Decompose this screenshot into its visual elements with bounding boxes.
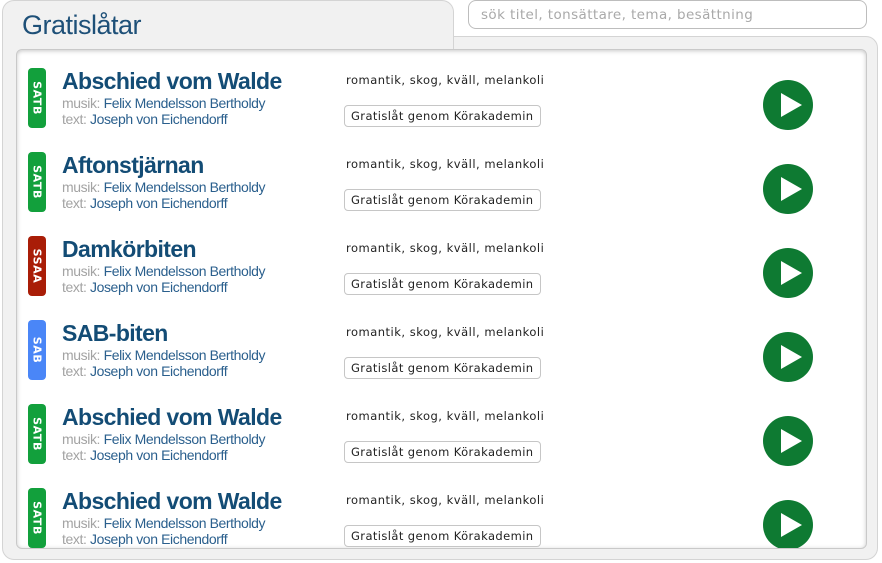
composer-name[interactable]: Felix Mendelsson Bertholdy [104,431,266,447]
voicing-badge: SATB [28,488,46,548]
lyricist-prefix: text: [62,363,87,379]
voicing-label: SSAA [30,248,44,284]
lyricist-line: text: Joseph von Eichendorff [62,447,228,463]
song-title[interactable]: Aftonstjärnan [62,152,204,179]
voicing-badge: SAB [28,320,46,380]
play-button[interactable] [763,248,813,298]
composer-line: musik: Felix Mendelsson Bertholdy [62,263,266,279]
composer-prefix: musik: [62,95,101,111]
composer-prefix: musik: [62,179,101,195]
lyricist-name[interactable]: Joseph von Eichendorff [90,531,228,547]
source-badge[interactable]: Gratislåt genom Körakademin [344,189,541,211]
lyricist-name[interactable]: Joseph von Eichendorff [90,363,228,379]
play-icon [781,345,802,369]
lyricist-line: text: Joseph von Eichendorff [62,531,228,547]
source-badge[interactable]: Gratislåt genom Körakademin [344,105,541,127]
song-tags: romantik, skog, kväll, melankoli [346,241,545,255]
page-title: Gratislåtar [22,10,142,40]
lyricist-name[interactable]: Joseph von Eichendorff [90,279,228,295]
song-tags: romantik, skog, kväll, melankoli [346,73,545,87]
source-badge[interactable]: Gratislåt genom Körakademin [344,441,541,463]
composer-line: musik: Felix Mendelsson Bertholdy [62,179,266,195]
play-icon [781,177,802,201]
song-list[interactable]: SATB Abschied vom Walde musik: Felix Men… [16,49,867,549]
lyricist-name[interactable]: Joseph von Eichendorff [90,447,228,463]
composer-prefix: musik: [62,347,101,363]
play-button[interactable] [763,164,813,214]
song-row: SAB SAB-biten musik: Felix Mendelsson Be… [17,302,866,386]
song-tags: romantik, skog, kväll, melankoli [346,325,545,339]
voicing-label: SATB [30,501,44,535]
search-input[interactable] [468,0,867,29]
song-row: SATB Aftonstjärnan musik: Felix Mendelss… [17,134,866,218]
play-icon [781,261,802,285]
lyricist-prefix: text: [62,195,87,211]
composer-line: musik: Felix Mendelsson Bertholdy [62,431,266,447]
play-button[interactable] [763,500,813,548]
song-row: SATB Abschied vom Walde musik: Felix Men… [17,386,866,470]
song-title[interactable]: SAB-biten [62,320,168,347]
song-tags: romantik, skog, kväll, melankoli [346,493,545,507]
play-button[interactable] [763,416,813,466]
lyricist-line: text: Joseph von Eichendorff [62,111,228,127]
lyricist-prefix: text: [62,531,87,547]
composer-prefix: musik: [62,263,101,279]
voicing-badge: SATB [28,68,46,128]
lyricist-line: text: Joseph von Eichendorff [62,279,228,295]
song-title[interactable]: Abschied vom Walde [62,68,282,95]
voicing-badge: SATB [28,404,46,464]
composer-name[interactable]: Felix Mendelsson Bertholdy [104,515,266,531]
song-tags: romantik, skog, kväll, melankoli [346,409,545,423]
song-row: SSAA Damkörbiten musik: Felix Mendelsson… [17,218,866,302]
song-row: SATB Abschied vom Walde musik: Felix Men… [17,50,866,134]
source-badge[interactable]: Gratislåt genom Körakademin [344,273,541,295]
lyricist-prefix: text: [62,447,87,463]
composer-line: musik: Felix Mendelsson Bertholdy [62,515,266,531]
voicing-badge: SSAA [28,236,46,296]
composer-name[interactable]: Felix Mendelsson Bertholdy [104,179,266,195]
voicing-label: SATB [30,165,44,199]
song-title[interactable]: Abschied vom Walde [62,488,282,515]
voicing-label: SATB [30,417,44,451]
composer-name[interactable]: Felix Mendelsson Bertholdy [104,95,266,111]
play-button[interactable] [763,332,813,382]
lyricist-line: text: Joseph von Eichendorff [62,363,228,379]
source-badge[interactable]: Gratislåt genom Körakademin [344,357,541,379]
song-title[interactable]: Abschied vom Walde [62,404,282,431]
song-title[interactable]: Damkörbiten [62,236,197,263]
song-row: SATB Abschied vom Walde musik: Felix Men… [17,470,866,548]
lyricist-prefix: text: [62,279,87,295]
composer-prefix: musik: [62,431,101,447]
lyricist-name[interactable]: Joseph von Eichendorff [90,111,228,127]
composer-line: musik: Felix Mendelsson Bertholdy [62,95,266,111]
lyricist-line: text: Joseph von Eichendorff [62,195,228,211]
play-button[interactable] [763,80,813,130]
lyricist-prefix: text: [62,111,87,127]
composer-name[interactable]: Felix Mendelsson Bertholdy [104,263,266,279]
play-icon [781,513,802,537]
source-badge[interactable]: Gratislåt genom Körakademin [344,525,541,547]
composer-name[interactable]: Felix Mendelsson Bertholdy [104,347,266,363]
voicing-label: SATB [30,81,44,115]
lyricist-name[interactable]: Joseph von Eichendorff [90,195,228,211]
voicing-label: SAB [30,336,44,364]
play-icon [781,93,802,117]
voicing-badge: SATB [28,152,46,212]
composer-prefix: musik: [62,515,101,531]
play-icon [781,429,802,453]
composer-line: musik: Felix Mendelsson Bertholdy [62,347,266,363]
song-tags: romantik, skog, kväll, melankoli [346,157,545,171]
